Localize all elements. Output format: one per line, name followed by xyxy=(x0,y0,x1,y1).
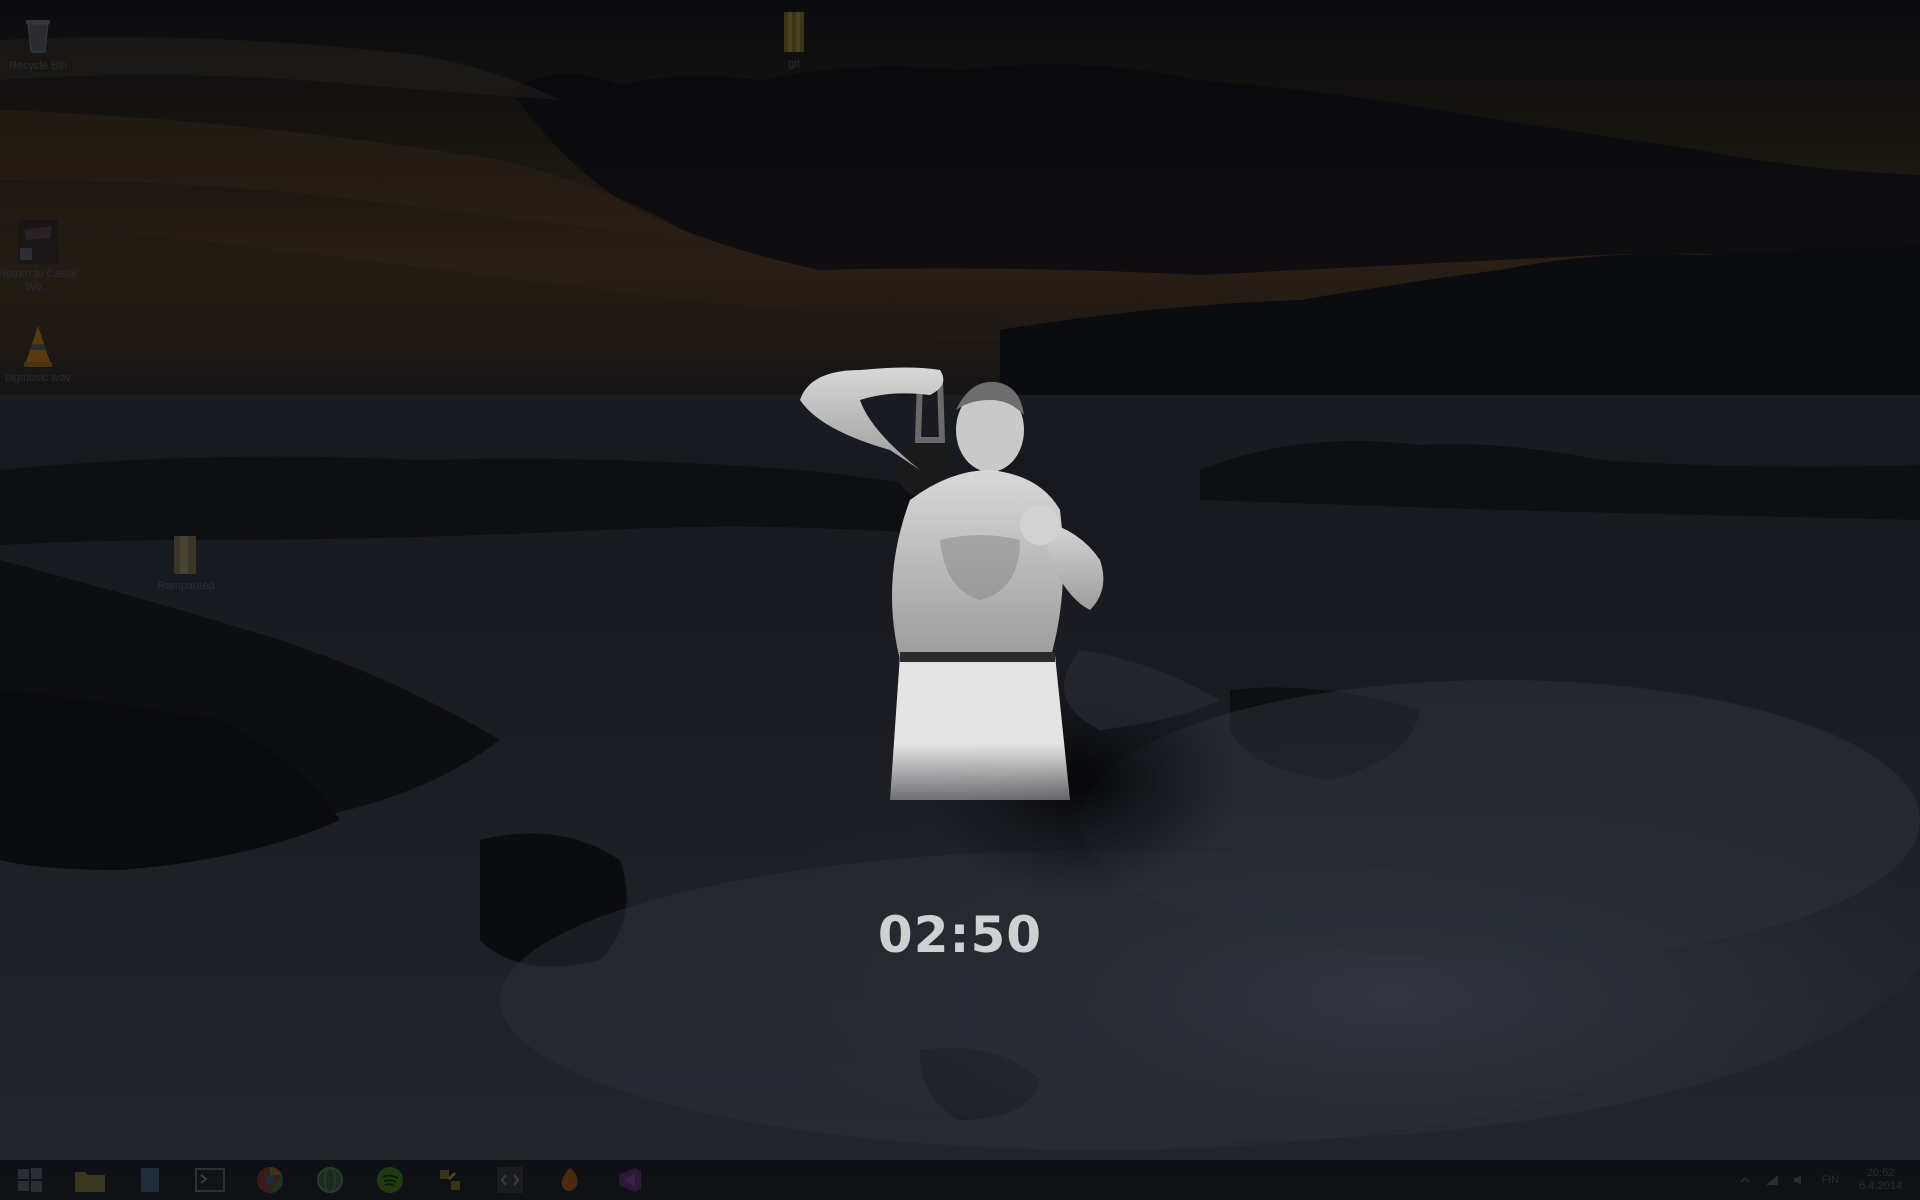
desktop-icon-label: bigmusic.wav xyxy=(4,372,72,384)
taskbar: FIN 20:52 6.4.2014 xyxy=(0,1160,1920,1200)
clock-time: 20:52 xyxy=(1866,1167,1895,1179)
folder-icon xyxy=(784,12,804,52)
fire-icon xyxy=(561,1168,578,1192)
input-language-indicator[interactable]: FIN xyxy=(1821,1174,1839,1186)
globe-icon xyxy=(317,1167,343,1193)
taskbar-clock[interactable]: 20:52 6.4.2014 xyxy=(1859,1167,1902,1193)
spotify-icon xyxy=(377,1167,403,1193)
desktop-icon-git[interactable]: git xyxy=(754,8,834,71)
chevron-up-icon[interactable] xyxy=(1739,1174,1751,1186)
taskbar-app-code-editor[interactable] xyxy=(480,1160,540,1200)
desktop-icon-return-to-castle[interactable]: Return to Castle Wo... xyxy=(0,218,78,294)
taskbar-app-visual-studio[interactable] xyxy=(600,1160,660,1200)
desktop-icon-label: Recycle Bin xyxy=(8,60,68,72)
clock-date: 6.4.2014 xyxy=(1859,1180,1902,1192)
visual-studio-icon xyxy=(619,1168,641,1192)
folder-icon xyxy=(174,536,196,574)
code-icon xyxy=(497,1167,523,1193)
fitness-figure-image xyxy=(800,367,1104,800)
desktop-icon-label: Rampanted xyxy=(157,580,215,592)
taskbar-app-file-explorer[interactable] xyxy=(60,1160,120,1200)
tools-icon xyxy=(440,1170,460,1190)
taskbar-app-5[interactable] xyxy=(300,1160,360,1200)
vlc-icon xyxy=(24,326,52,367)
taskbar-app-2[interactable] xyxy=(120,1160,180,1200)
taskbar-app-terminal[interactable] xyxy=(180,1160,240,1200)
recycle-bin-icon xyxy=(26,20,50,53)
countdown-timer: 02:50 xyxy=(877,906,1043,964)
network-icon[interactable] xyxy=(1765,1174,1779,1186)
terminal-icon xyxy=(195,1168,225,1192)
taskbar-app-7[interactable] xyxy=(420,1160,480,1200)
desktop-icon-bigmusic[interactable]: bigmusic.wav xyxy=(0,322,78,385)
system-tray: FIN 20:52 6.4.2014 xyxy=(1739,1160,1920,1200)
taskbar-app-spotify[interactable] xyxy=(360,1160,420,1200)
taskbar-app-9[interactable] xyxy=(540,1160,600,1200)
windows-start-icon xyxy=(18,1168,42,1192)
desktop-icon-rampanted[interactable]: Rampanted xyxy=(146,530,226,593)
desktop-icon-label: Return to Castle Wo... xyxy=(0,268,78,293)
chrome-icon xyxy=(257,1167,283,1193)
start-button[interactable] xyxy=(0,1160,60,1200)
document-icon xyxy=(141,1168,159,1192)
desktop: Recycle Bin git Return to Castle Wo... b… xyxy=(0,0,1920,1200)
folder-icon xyxy=(75,1172,105,1192)
desktop-icon-recycle-bin[interactable]: Recycle Bin xyxy=(0,10,78,73)
taskbar-app-chrome[interactable] xyxy=(240,1160,300,1200)
desktop-icon-label: git xyxy=(788,58,800,70)
game-shortcut-icon xyxy=(18,220,58,264)
volume-icon[interactable] xyxy=(1793,1174,1807,1186)
